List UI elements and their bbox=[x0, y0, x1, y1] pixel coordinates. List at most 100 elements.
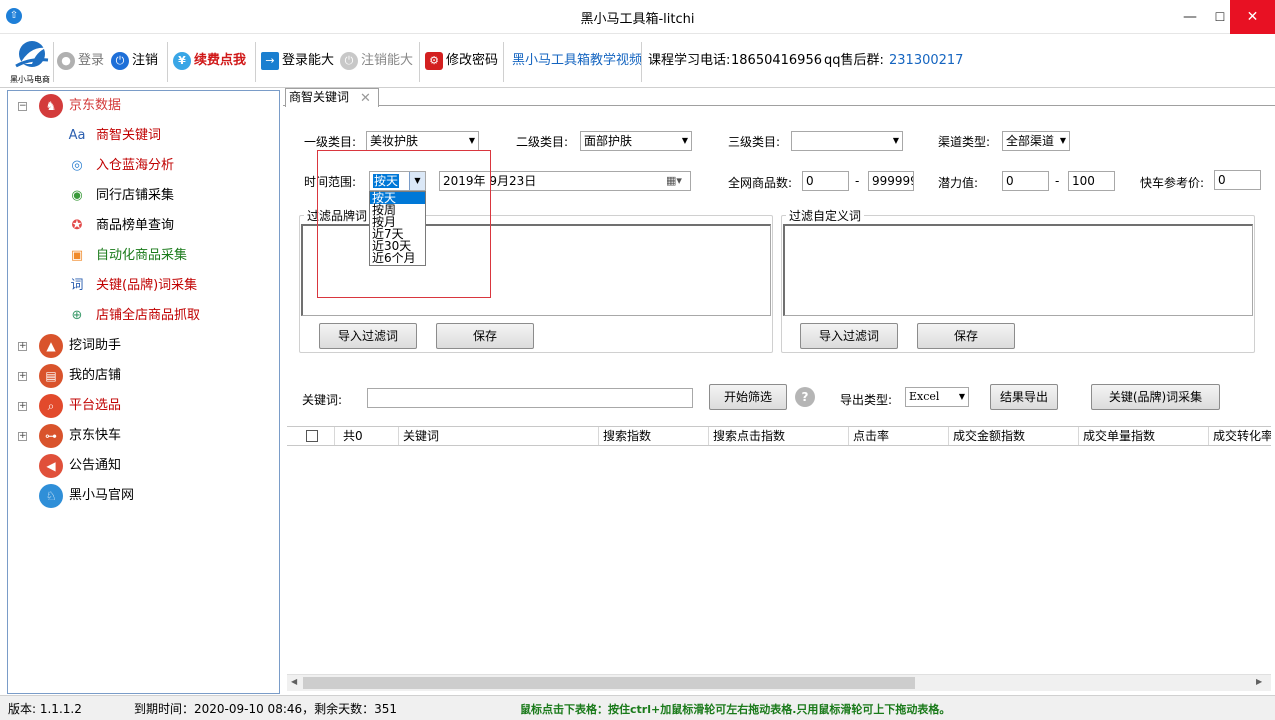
logo-text: 黑小马电商 bbox=[10, 75, 50, 84]
collapse-icon[interactable]: − bbox=[18, 102, 27, 111]
qq-number[interactable]: 231300217 bbox=[889, 50, 963, 72]
cat1-select[interactable]: 美妆护肤 ▼ bbox=[366, 131, 479, 151]
chevron-down-icon: ▼ bbox=[1059, 136, 1066, 145]
sidebar-item-0-0[interactable]: Aa 商智关键词 bbox=[66, 121, 161, 151]
sidebar-group-label: 平台选品 bbox=[69, 398, 122, 413]
goods-count-label: 全网商品数: bbox=[728, 176, 793, 190]
toolbar-separator bbox=[255, 42, 256, 82]
login-button[interactable]: ● 登录 bbox=[57, 50, 104, 72]
login-door-icon: → bbox=[261, 51, 279, 70]
chevron-down-icon: ▼ bbox=[958, 392, 965, 401]
medal-icon: ✪ bbox=[71, 217, 83, 233]
scrollbar-thumb[interactable] bbox=[303, 677, 915, 689]
horizontal-scrollbar[interactable]: ◀ ▶ bbox=[287, 674, 1271, 691]
potential-max-input[interactable]: 100 bbox=[1068, 171, 1115, 191]
start-filter-button[interactable]: 开始筛选 bbox=[709, 384, 787, 410]
col-keyword[interactable]: 关键词 bbox=[399, 427, 599, 445]
highlight-box bbox=[317, 150, 491, 298]
tab-label: 商智关键词 bbox=[289, 90, 350, 104]
sidebar-group-label: 公告通知 bbox=[69, 458, 122, 473]
sidebar-group-label: 京东快车 bbox=[69, 428, 122, 443]
cat3-label: 三级类目: bbox=[728, 135, 781, 149]
phone-label: 课程学习电话: bbox=[648, 53, 731, 68]
toolbar-separator bbox=[503, 42, 504, 82]
sidebar-group-label-wrap: ▤ 我的店铺 bbox=[39, 361, 121, 391]
express-price-input[interactable]: 0 bbox=[1214, 170, 1261, 190]
goods-max-input[interactable]: 9999999 bbox=[868, 171, 914, 191]
close-button[interactable]: ✕ bbox=[1230, 0, 1275, 34]
potential-min-input[interactable]: 0 bbox=[1002, 171, 1049, 191]
tab-close-icon[interactable]: ✕ bbox=[360, 90, 371, 107]
chevron-down-icon: ▼ bbox=[468, 136, 475, 145]
sidebar-item-0-2[interactable]: ◉ 同行店铺采集 bbox=[66, 181, 174, 211]
col-click-rate[interactable]: 点击率 bbox=[849, 427, 949, 445]
sidebar-group-label: 黑小马官网 bbox=[69, 488, 135, 503]
sidebar-item-0-6[interactable]: ⊕ 店铺全店商品抓取 bbox=[66, 301, 200, 331]
sidebar-item-label: 店铺全店商品抓取 bbox=[96, 308, 201, 323]
grid-header: 共0 关键词 搜索指数 搜索点击指数 点击率 成交金额指数 成交单量指数 成交转… bbox=[287, 426, 1271, 446]
login-nengda-button[interactable]: → 登录能大 bbox=[261, 50, 334, 72]
collect-brand-keyword-button[interactable]: 关键(品牌)词采集 bbox=[1091, 384, 1220, 410]
jd-dog-icon: ♞ bbox=[39, 93, 63, 118]
cat3-select[interactable]: ▼ bbox=[791, 131, 903, 151]
col-deal-order-index[interactable]: 成交单量指数 bbox=[1079, 427, 1209, 445]
express-price-label: 快车参考价: bbox=[1140, 176, 1205, 190]
sidebar-item-label: 入仓蓝海分析 bbox=[96, 158, 175, 173]
import-brand-filter-button[interactable]: 导入过滤词 bbox=[319, 323, 417, 349]
sidebar-group-label-wrap: ♞ 京东数据 bbox=[39, 91, 121, 121]
export-type-select[interactable]: Excel ▼ bbox=[905, 387, 969, 407]
expand-icon[interactable]: + bbox=[18, 432, 27, 441]
sidebar-tree: − ♞ 京东数据 Aa 商智关键词 ◎ 入仓蓝海分析 ◉ 同行店铺采集 ✪ 商品榜单查询 ▣ 自动化商品… bbox=[7, 90, 280, 694]
channel-select[interactable]: 全部渠道 ▼ bbox=[1002, 131, 1070, 151]
col-count[interactable]: 共0 bbox=[339, 427, 399, 445]
cat2-label: 二级类目: bbox=[516, 135, 569, 149]
target-icon: ◎ bbox=[71, 157, 83, 173]
expand-icon[interactable]: + bbox=[18, 402, 27, 411]
sidebar-item-0-5[interactable]: 词关键(品牌)词采集 bbox=[66, 271, 197, 301]
logo: 黑小马电商 bbox=[6, 38, 54, 84]
keyword-label: 关键词: bbox=[302, 393, 343, 407]
help-icon[interactable]: ? bbox=[795, 387, 815, 407]
scroll-right-icon[interactable]: ▶ bbox=[1256, 677, 1262, 686]
sidebar-item-0-3[interactable]: ✪ 商品榜单查询 bbox=[66, 211, 174, 241]
sidebar-group-label-wrap: ⊶ 京东快车 bbox=[39, 421, 121, 451]
potential-label: 潜力值: bbox=[938, 176, 979, 190]
calendar-icon: ▦▾ bbox=[666, 174, 682, 187]
sidebar-item-label: 自动化商品采集 bbox=[96, 248, 188, 263]
scroll-left-icon[interactable]: ◀ bbox=[291, 677, 297, 686]
globe-search-icon: ⊕ bbox=[71, 307, 83, 323]
horse-icon: ♘ bbox=[39, 483, 63, 508]
search-circle-icon: ⌕ bbox=[39, 393, 63, 418]
export-result-button[interactable]: 结果导出 bbox=[990, 384, 1058, 410]
horse-logo-icon bbox=[15, 41, 49, 68]
sidebar-group-label: 挖词助手 bbox=[69, 338, 122, 353]
grid-body[interactable] bbox=[287, 446, 1271, 674]
sidebar-item-0-1[interactable]: ◎ 入仓蓝海分析 bbox=[66, 151, 174, 181]
expand-icon[interactable]: + bbox=[18, 372, 27, 381]
custom-filter-list[interactable] bbox=[783, 224, 1253, 316]
import-custom-filter-button[interactable]: 导入过滤词 bbox=[800, 323, 898, 349]
select-all-checkbox[interactable] bbox=[306, 430, 318, 442]
range-dash: - bbox=[855, 174, 860, 188]
col-deal-amount-index[interactable]: 成交金额指数 bbox=[949, 427, 1079, 445]
goods-min-input[interactable]: 0 bbox=[802, 171, 849, 191]
sidebar-item-label: 商智关键词 bbox=[96, 128, 162, 143]
col-conversion-rate[interactable]: 成交转化率 bbox=[1209, 427, 1271, 445]
col-search-index[interactable]: 搜索指数 bbox=[599, 427, 709, 445]
logout-nengda-button[interactable]: ⏻ 注销能大 bbox=[340, 50, 413, 72]
save-custom-filter-button[interactable]: 保存 bbox=[917, 323, 1015, 349]
select-all-cell[interactable] bbox=[287, 427, 335, 445]
logout-button[interactable]: ⏻ 注销 bbox=[111, 50, 158, 72]
sidebar-item-0-4[interactable]: ▣ 自动化商品采集 bbox=[66, 241, 187, 271]
tutorial-link[interactable]: 黑小马工具箱教学视频 bbox=[512, 50, 642, 72]
ci-badge-icon: 词 bbox=[70, 277, 84, 293]
keyword-input[interactable] bbox=[367, 388, 693, 408]
save-brand-filter-button[interactable]: 保存 bbox=[436, 323, 534, 349]
cat2-select[interactable]: 面部护肤 ▼ bbox=[580, 131, 692, 151]
custom-filter-title: 过滤自定义词 bbox=[786, 207, 865, 224]
col-search-click-index[interactable]: 搜索点击指数 bbox=[709, 427, 849, 445]
expand-icon[interactable]: + bbox=[18, 342, 27, 351]
renew-button[interactable]: ¥ 续费点我 bbox=[173, 50, 246, 72]
tab-shangzhi-keyword[interactable]: 商智关键词 ✕ bbox=[285, 88, 379, 107]
change-password-button[interactable]: ⚙ 修改密码 bbox=[425, 50, 498, 72]
